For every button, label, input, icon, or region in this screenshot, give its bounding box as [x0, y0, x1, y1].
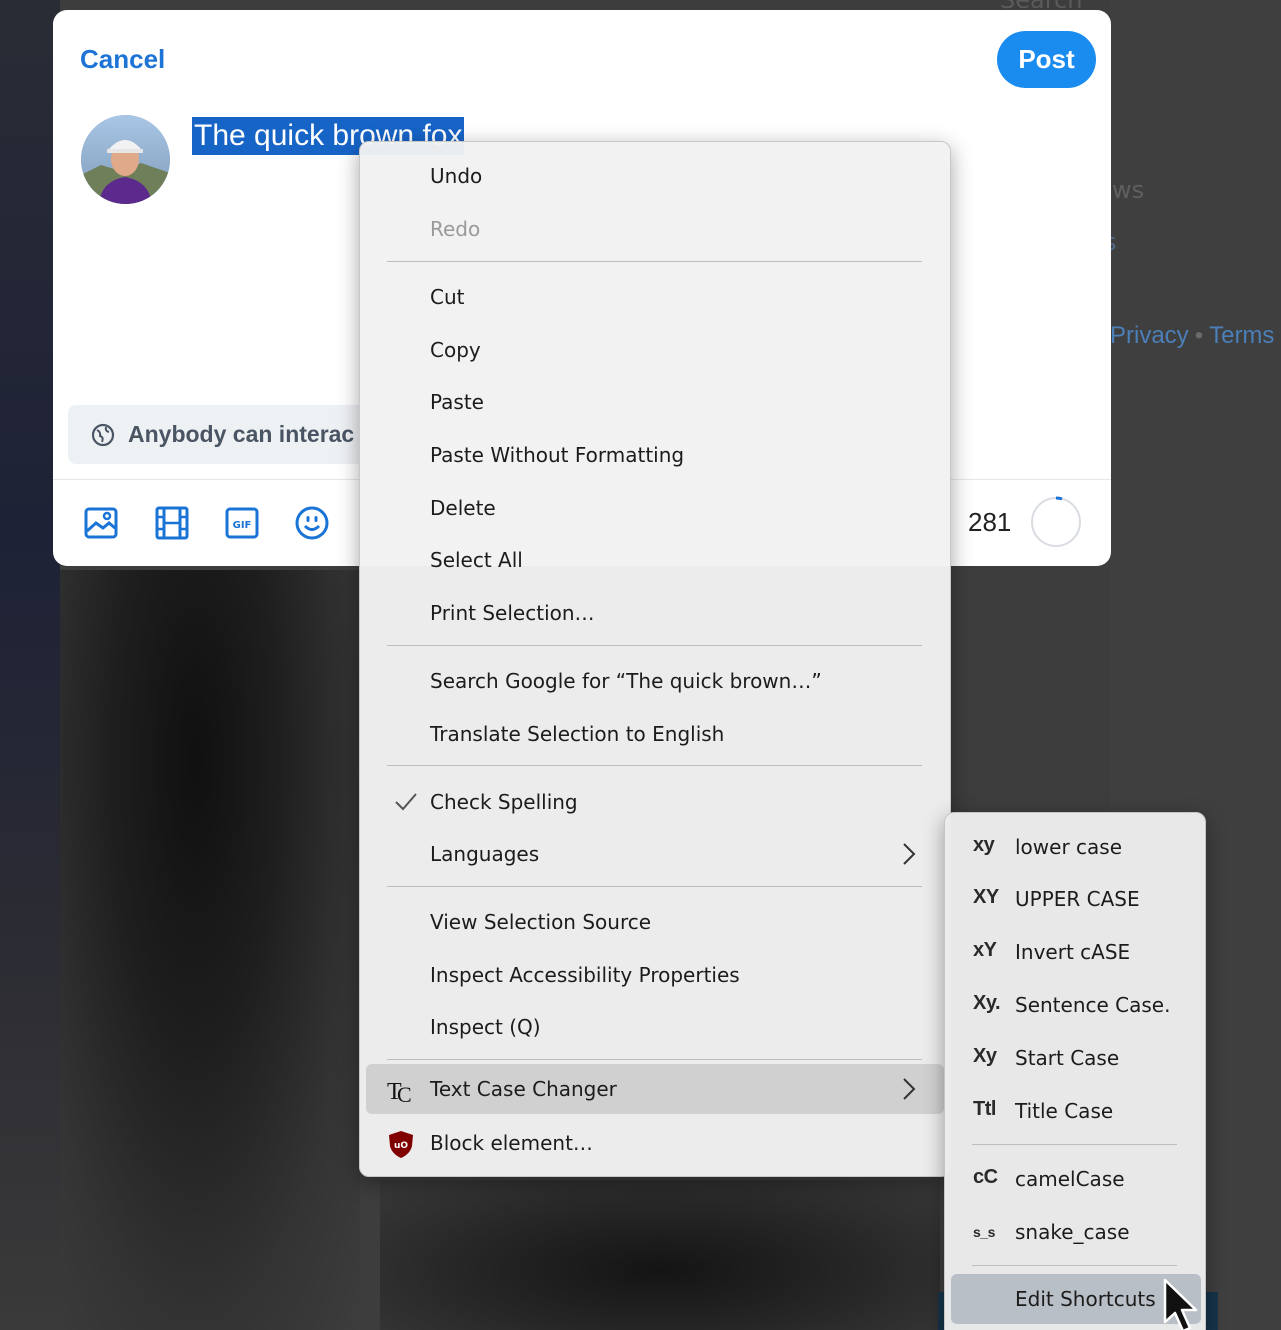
sentence-case-glyph-icon: Xy.: [973, 992, 1001, 1014]
reply-settings-button[interactable]: Anybody can interac: [68, 405, 398, 464]
svg-text:C: C: [397, 1082, 412, 1105]
background-left-panel: [0, 0, 60, 1330]
background-partial-text: ws: [1112, 176, 1145, 204]
menu-item-delete[interactable]: Delete: [366, 483, 944, 533]
ublock-origin-icon: uO: [389, 1131, 413, 1158]
submenu-item-label: Invert cASE: [1015, 940, 1131, 964]
context-menu: Undo Redo Cut Copy Paste Paste Without F…: [359, 141, 951, 1177]
submenu-separator: [972, 1265, 1177, 1266]
menu-item-inspect[interactable]: Inspect (Q): [366, 1002, 944, 1052]
chevron-right-icon: [903, 1078, 916, 1100]
menu-item-search-google[interactable]: Search Google for “The quick brown…”: [366, 656, 944, 706]
menu-item-label: Text Case Changer: [430, 1077, 617, 1101]
menu-item-label: Undo: [430, 164, 483, 188]
background-blur-shape: [60, 570, 360, 1330]
menu-item-label: Redo: [430, 217, 481, 241]
menu-item-copy[interactable]: Copy: [366, 325, 944, 375]
menu-item-label: Block element…: [430, 1131, 593, 1155]
emoji-icon[interactable]: [294, 505, 330, 541]
post-button[interactable]: Post: [997, 31, 1096, 88]
submenu-item-upper-case[interactable]: XY UPPER CASE: [951, 874, 1201, 924]
menu-item-label: Print Selection…: [430, 601, 595, 625]
checkmark-icon: [395, 793, 417, 811]
menu-separator: [387, 645, 922, 646]
character-count: 281: [968, 507, 1012, 537]
text-case-changer-icon: T C: [387, 1079, 412, 1105]
submenu-item-start-case[interactable]: Xy Start Case: [951, 1033, 1201, 1083]
svg-text:GIF: GIF: [233, 520, 252, 531]
menu-item-label: Paste: [430, 390, 484, 414]
text-case-submenu: xy lower case XY UPPER CASE xY Invert cA…: [944, 812, 1206, 1330]
menu-separator: [387, 261, 922, 262]
menu-item-label: Copy: [430, 338, 481, 362]
background-footer-links: Privacy • Terms: [1110, 322, 1274, 350]
submenu-item-label: lower case: [1015, 835, 1123, 859]
submenu-item-lower-case[interactable]: xy lower case: [951, 822, 1201, 872]
link-separator: •: [1194, 322, 1204, 349]
mouse-pointer-icon: [1163, 1278, 1198, 1330]
menu-item-cut[interactable]: Cut: [366, 272, 944, 322]
video-icon[interactable]: [154, 505, 190, 541]
upper-case-glyph-icon: XY: [973, 886, 999, 908]
submenu-item-camel-case[interactable]: cC camelCase: [951, 1154, 1201, 1204]
submenu-item-invert-case[interactable]: xY Invert cASE: [951, 927, 1201, 977]
invert-case-glyph-icon: xY: [973, 939, 997, 961]
menu-item-languages[interactable]: Languages: [366, 829, 944, 879]
terms-link[interactable]: Terms: [1209, 322, 1274, 349]
image-icon[interactable]: [83, 505, 119, 541]
menu-item-text-case-changer[interactable]: T C Text Case Changer: [366, 1064, 944, 1114]
cancel-button[interactable]: Cancel: [80, 44, 165, 75]
menu-item-view-selection-source[interactable]: View Selection Source: [366, 897, 944, 947]
menu-item-select-all[interactable]: Select All: [366, 535, 944, 585]
submenu-item-label: camelCase: [1015, 1167, 1125, 1191]
avatar: [81, 115, 170, 204]
menu-item-label: Paste Without Formatting: [430, 443, 685, 467]
menu-item-undo[interactable]: Undo: [366, 151, 944, 201]
menu-item-check-spelling[interactable]: Check Spelling: [366, 777, 944, 827]
reply-setting-label: Anybody can interac: [128, 421, 355, 447]
submenu-item-label: Start Case: [1015, 1046, 1120, 1070]
submenu-item-label: Title Case: [1015, 1099, 1114, 1123]
menu-item-label: Languages: [430, 842, 540, 866]
title-case-glyph-icon: Ttl: [973, 1098, 996, 1120]
menu-item-label: Cut: [430, 285, 465, 309]
menu-separator: [387, 1059, 922, 1060]
submenu-item-label: UPPER CASE: [1015, 887, 1140, 911]
submenu-separator: [972, 1144, 1177, 1145]
submenu-item-snake-case[interactable]: s_s snake_case: [951, 1207, 1201, 1257]
menu-item-block-element[interactable]: uO Block element…: [366, 1118, 944, 1168]
menu-item-label: Search Google for “The quick brown…”: [430, 669, 822, 693]
lower-case-glyph-icon: xy: [973, 834, 995, 856]
menu-item-redo: Redo: [366, 204, 944, 254]
menu-item-label: Inspect (Q): [430, 1015, 541, 1039]
menu-item-label: View Selection Source: [430, 910, 652, 934]
privacy-link[interactable]: Privacy: [1110, 322, 1189, 349]
menu-item-inspect-accessibility[interactable]: Inspect Accessibility Properties: [366, 950, 944, 1000]
menu-item-label: Inspect Accessibility Properties: [430, 963, 740, 987]
menu-item-paste-without-formatting[interactable]: Paste Without Formatting: [366, 430, 944, 480]
menu-item-print-selection[interactable]: Print Selection…: [366, 588, 944, 638]
submenu-item-sentence-case[interactable]: Xy. Sentence Case.: [951, 980, 1201, 1030]
background-blur-shape-bottom: [380, 1180, 940, 1330]
menu-separator: [387, 886, 922, 887]
menu-item-label: Select All: [430, 548, 523, 572]
menu-item-label: Delete: [430, 496, 496, 520]
svg-text:uO: uO: [394, 1141, 408, 1151]
submenu-item-label: Edit Shortcuts: [1015, 1287, 1156, 1311]
submenu-item-label: Sentence Case.: [1015, 993, 1171, 1017]
gif-icon[interactable]: GIF: [224, 505, 260, 541]
chevron-right-icon: [903, 843, 916, 865]
start-case-glyph-icon: Xy: [973, 1045, 997, 1067]
menu-item-label: Translate Selection to English: [430, 722, 725, 746]
menu-item-label: Check Spelling: [430, 790, 578, 814]
menu-separator: [387, 765, 922, 766]
submenu-item-label: snake_case: [1015, 1220, 1130, 1244]
globe-icon: [91, 423, 115, 446]
snake-case-glyph-icon: s_s: [973, 1224, 995, 1240]
submenu-item-title-case[interactable]: Ttl Title Case: [951, 1086, 1201, 1136]
menu-item-paste[interactable]: Paste: [366, 377, 944, 427]
character-progress-ring: [1031, 496, 1081, 547]
camel-case-glyph-icon: cC: [973, 1166, 998, 1188]
menu-item-translate-selection[interactable]: Translate Selection to English: [366, 709, 944, 759]
